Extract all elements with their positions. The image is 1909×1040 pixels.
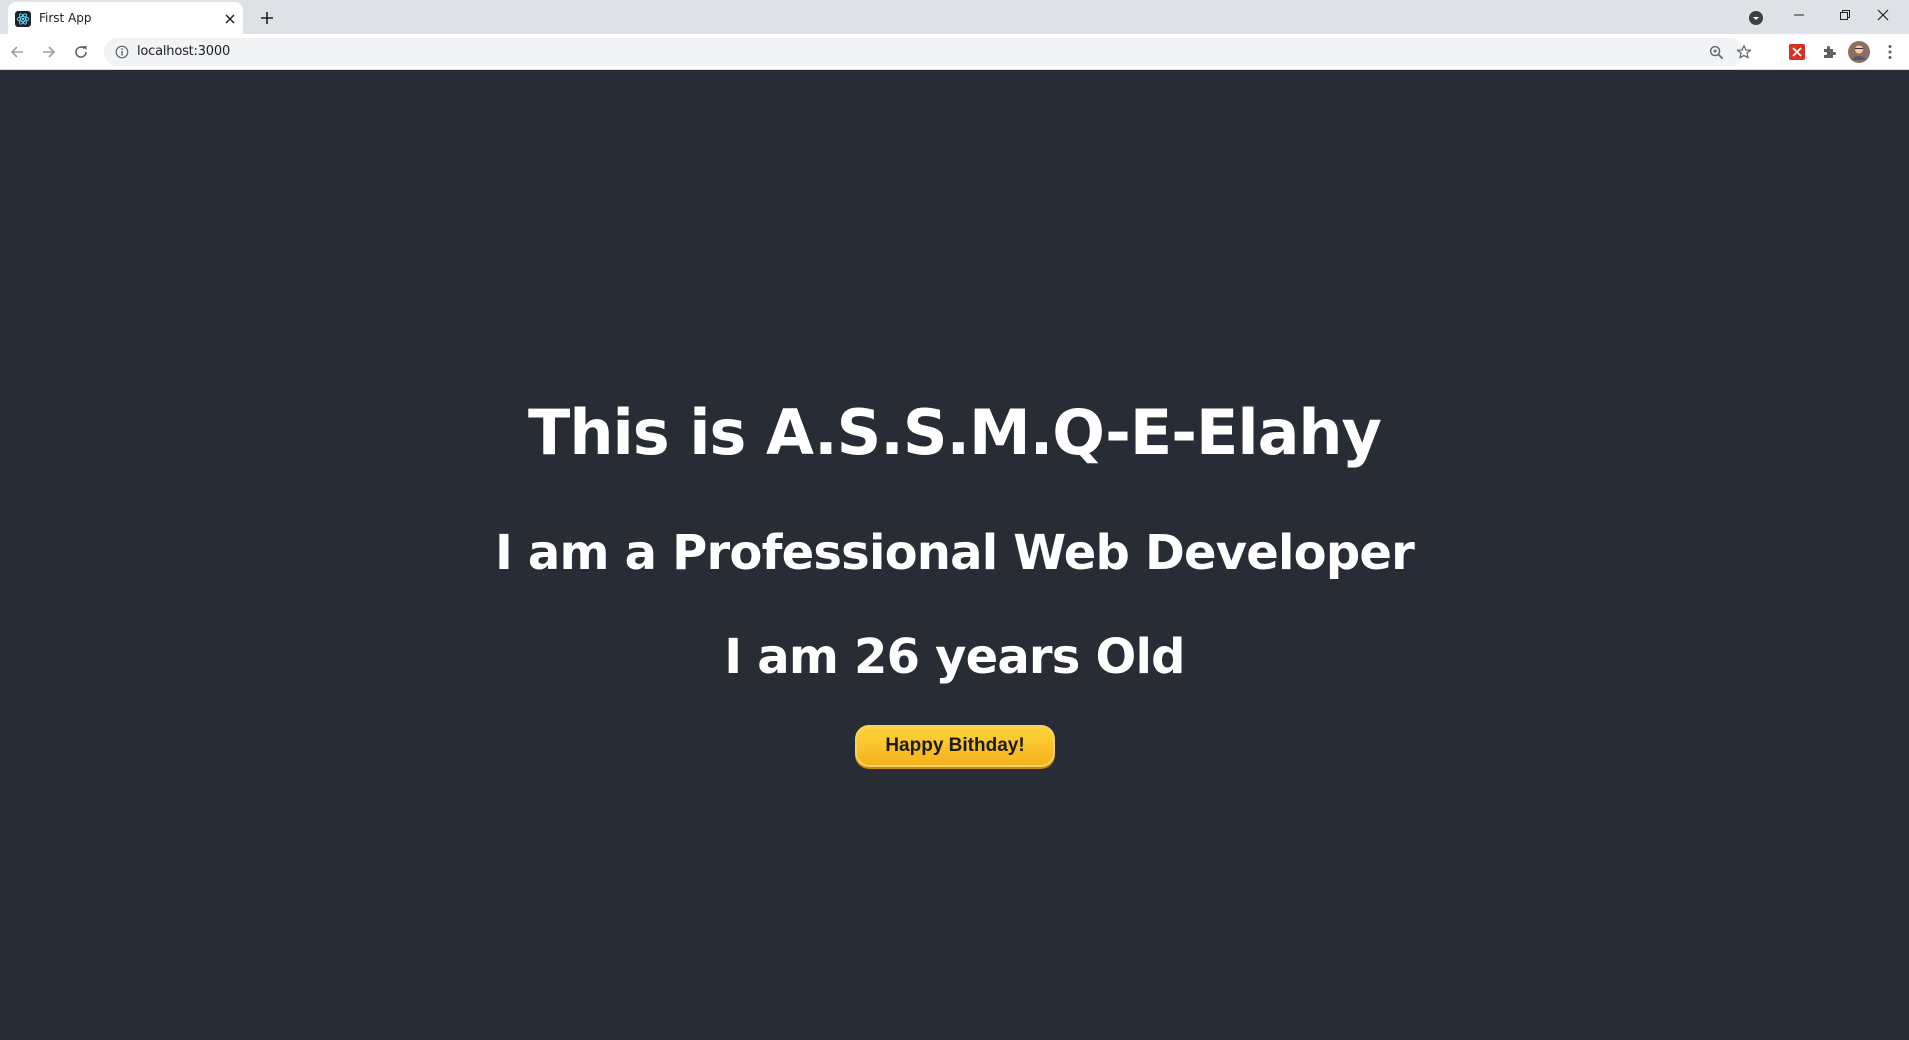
kebab-menu-icon[interactable]	[1880, 39, 1900, 65]
close-icon[interactable]	[221, 10, 239, 28]
browser-toolbar: localhost:3000	[0, 34, 1909, 70]
tab-first-app[interactable]: First App	[8, 2, 243, 34]
tab-strip: First App	[0, 0, 1909, 34]
plus-icon[interactable]	[255, 6, 279, 30]
app-page: This is A.S.S.M.Q-E-Elahy I am a Profess…	[0, 71, 1909, 1040]
zoom-icon[interactable]	[1706, 42, 1726, 62]
happy-birthday-button[interactable]: Happy Bithday!	[855, 725, 1055, 767]
react-icon	[15, 11, 31, 27]
back-arrow-icon[interactable]	[4, 39, 30, 65]
extension-icon[interactable]	[1784, 39, 1810, 65]
minimize-icon[interactable]	[1776, 0, 1822, 30]
star-icon[interactable]	[1734, 42, 1754, 62]
tab-title: First App	[39, 11, 92, 25]
age-heading: I am 26 years Old	[724, 629, 1185, 685]
profession-heading: I am a Professional Web Developer	[494, 525, 1415, 581]
avatar[interactable]	[1846, 39, 1872, 65]
chevron-down-icon[interactable]	[1744, 6, 1768, 30]
puzzle-icon[interactable]	[1816, 39, 1842, 65]
reload-icon[interactable]	[68, 39, 94, 65]
close-window-icon[interactable]	[1860, 0, 1906, 30]
forward-arrow-icon[interactable]	[36, 39, 62, 65]
url-text[interactable]: localhost:3000	[137, 44, 230, 59]
info-icon[interactable]	[114, 44, 130, 60]
address-bar[interactable]: localhost:3000	[104, 38, 1752, 66]
page-title: This is A.S.S.M.Q-E-Elahy	[528, 396, 1382, 469]
